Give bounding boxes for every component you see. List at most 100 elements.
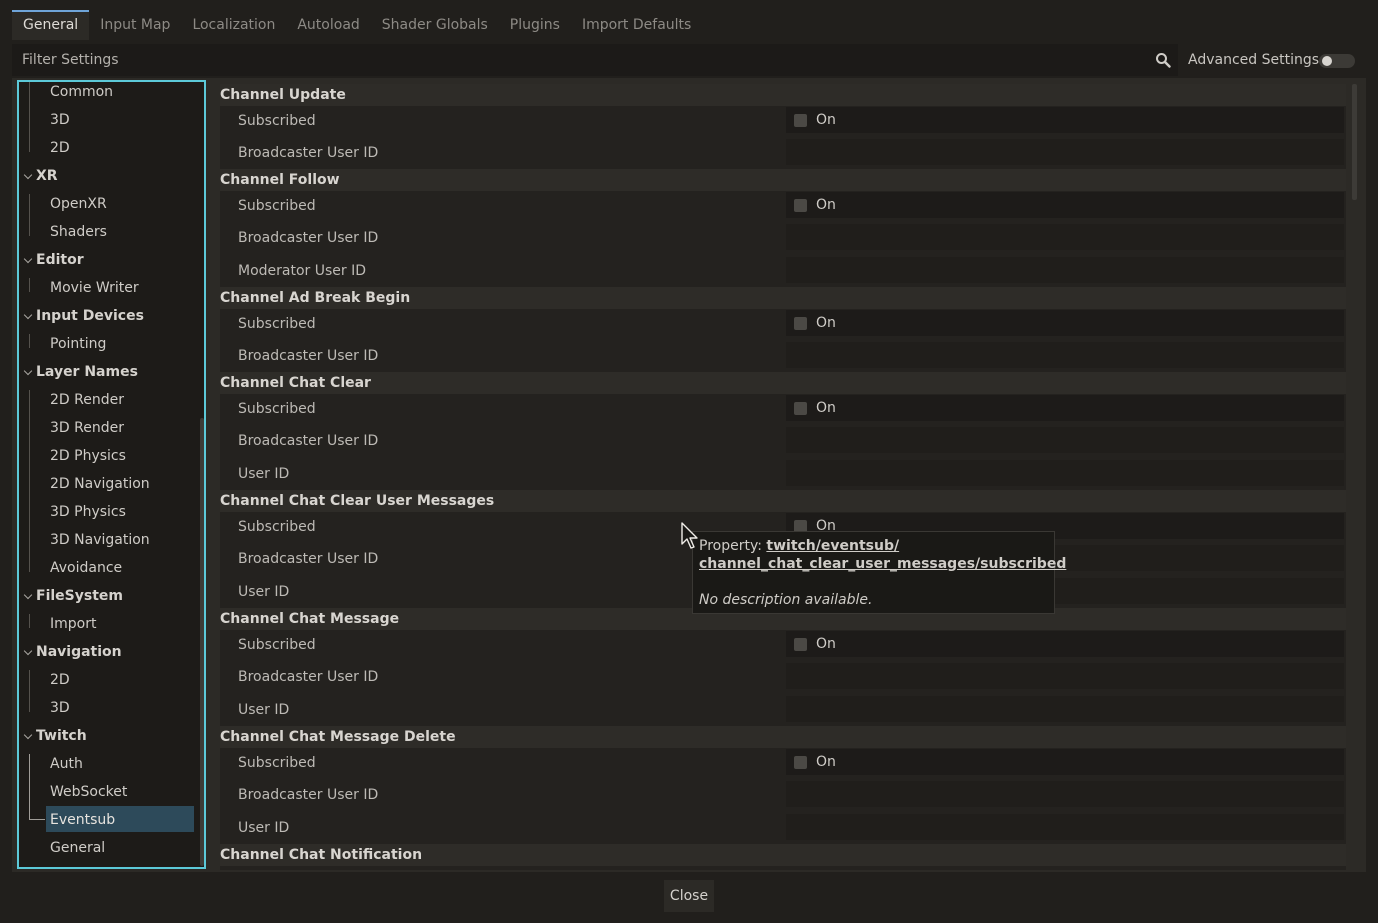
tab-autoload[interactable]: Autoload <box>286 10 370 40</box>
tree-scrollbar[interactable] <box>200 418 204 866</box>
tree-item-websocket[interactable]: WebSocket <box>50 778 127 806</box>
moderator-user-id-field[interactable] <box>786 257 1344 283</box>
section-header[interactable]: Channel Chat Clear <box>220 372 1346 394</box>
tree-guide-line <box>29 334 30 348</box>
tree-item-import[interactable]: Import <box>50 610 96 638</box>
tab-shader-globals[interactable]: Shader Globals <box>371 10 499 40</box>
tree-item-shaders[interactable]: Shaders <box>50 218 107 246</box>
search-icon[interactable] <box>1155 52 1171 68</box>
property-label: Moderator User ID <box>238 263 367 279</box>
chevron-down-icon[interactable] <box>24 582 34 610</box>
property-row: User ID <box>220 812 1346 844</box>
checkbox-label: On <box>816 315 836 331</box>
tree-guide-line <box>29 278 30 292</box>
tree-item-openxr[interactable]: OpenXR <box>50 190 107 218</box>
section-header[interactable]: Channel Chat Message Delete <box>220 726 1346 748</box>
broadcaster-user-id-field[interactable] <box>786 139 1344 165</box>
tree-item-navigation-3d[interactable]: 3D <box>50 694 70 722</box>
property-label: Subscribed <box>238 316 316 332</box>
advanced-settings-toggle[interactable] <box>1319 54 1355 68</box>
tree-item-eventsub[interactable]: Eventsub <box>50 806 115 834</box>
checkbox-label: On <box>816 112 836 128</box>
section-header[interactable]: Channel Follow <box>220 169 1346 191</box>
broadcaster-user-id-field[interactable] <box>786 663 1344 689</box>
subscribed-checkbox[interactable]: On <box>786 310 1344 336</box>
tree-guide-line <box>29 390 30 572</box>
tree-item-avoidance[interactable]: Avoidance <box>50 554 122 582</box>
tab-plugins[interactable]: Plugins <box>499 10 571 40</box>
tab-general[interactable]: General <box>12 10 90 40</box>
tree-category-layer-names[interactable]: Layer Names <box>36 358 138 386</box>
property-label: Subscribed <box>238 755 316 771</box>
subscribed-checkbox[interactable]: On <box>786 749 1344 775</box>
broadcaster-user-id-field[interactable] <box>786 781 1344 807</box>
tree-category-xr[interactable]: XR <box>36 162 58 190</box>
property-row: Subscribed On <box>220 393 1346 425</box>
tree-category-twitch[interactable]: Twitch <box>36 722 87 750</box>
property-label: Broadcaster User ID <box>238 230 379 246</box>
user-id-field[interactable] <box>786 814 1344 840</box>
tree-item-2d-physics[interactable]: 2D Physics <box>50 442 126 470</box>
checkbox-icon <box>794 756 807 769</box>
tree-item-3d[interactable]: 3D <box>50 106 70 134</box>
checkbox-label: On <box>816 636 836 652</box>
filter-settings-input[interactable] <box>12 44 1178 76</box>
checkbox-label: On <box>816 400 836 416</box>
property-label: User ID <box>238 584 290 600</box>
tree-item-2d[interactable]: 2D <box>50 134 70 162</box>
tree-category-navigation[interactable]: Navigation <box>36 638 122 666</box>
property-label: Broadcaster User ID <box>238 669 379 685</box>
tree-category-input-devices[interactable]: Input Devices <box>36 302 144 330</box>
property-row: Subscribed On <box>220 190 1346 222</box>
close-button[interactable]: Close <box>664 880 714 912</box>
user-id-field[interactable] <box>786 460 1344 486</box>
property-row: Broadcaster User ID <box>220 340 1346 372</box>
broadcaster-user-id-field[interactable] <box>786 342 1344 368</box>
property-label: User ID <box>238 820 290 836</box>
broadcaster-user-id-field[interactable] <box>786 427 1344 453</box>
chevron-down-icon[interactable] <box>24 722 34 750</box>
user-id-field[interactable] <box>786 696 1344 722</box>
section-header[interactable]: Channel Chat Clear User Messages <box>220 490 1346 512</box>
tree-item-3d-render[interactable]: 3D Render <box>50 414 124 442</box>
tree-item-3d-physics[interactable]: 3D Physics <box>50 498 126 526</box>
tab-input-map[interactable]: Input Map <box>89 10 181 40</box>
tree-category-filesystem[interactable]: FileSystem <box>36 582 123 610</box>
tab-import-defaults[interactable]: Import Defaults <box>571 10 702 40</box>
tree-item-auth[interactable]: Auth <box>50 750 83 778</box>
advanced-settings-label: Advanced Settings <box>1188 52 1320 68</box>
tree-item-common[interactable]: Common <box>50 82 113 106</box>
tree-item-pointing[interactable]: Pointing <box>50 330 106 358</box>
filter-row: Advanced Settings <box>12 44 1366 76</box>
settings-panel: Common 3D 2D XR OpenXR Shaders Editor Mo… <box>12 78 1366 872</box>
tree-item-movie-writer[interactable]: Movie Writer <box>50 274 139 302</box>
tree-item-3d-navigation[interactable]: 3D Navigation <box>50 526 150 554</box>
tab-localization[interactable]: Localization <box>181 10 286 40</box>
property-row: Subscribed On <box>220 629 1346 661</box>
chevron-down-icon[interactable] <box>24 246 34 274</box>
property-label: Subscribed <box>238 401 316 417</box>
tree-guide-line <box>29 82 30 152</box>
property-row: Moderator User ID <box>220 255 1346 287</box>
tree-item-general[interactable]: General <box>50 834 105 862</box>
chevron-down-icon[interactable] <box>24 638 34 666</box>
chevron-down-icon[interactable] <box>24 302 34 330</box>
section-header[interactable]: Channel Update <box>220 84 1346 106</box>
subscribed-checkbox[interactable]: On <box>786 192 1344 218</box>
broadcaster-user-id-field[interactable] <box>786 224 1344 250</box>
tree-item-navigation-2d[interactable]: 2D <box>50 666 70 694</box>
tree-category-editor[interactable]: Editor <box>36 246 84 274</box>
tree-item-2d-navigation[interactable]: 2D Navigation <box>50 470 150 498</box>
subscribed-checkbox[interactable]: On <box>786 107 1344 133</box>
chevron-down-icon[interactable] <box>24 162 34 190</box>
tree-item-2d-render[interactable]: 2D Render <box>50 386 124 414</box>
section-header[interactable]: Channel Ad Break Begin <box>220 287 1346 309</box>
tree-connector <box>29 819 45 820</box>
section-header[interactable]: Channel Chat Notification <box>220 844 1346 866</box>
section-title: Channel Chat Message <box>220 611 400 627</box>
subscribed-checkbox[interactable]: On <box>786 631 1344 657</box>
chevron-down-icon[interactable] <box>24 358 34 386</box>
property-row: Subscribed On <box>220 105 1346 137</box>
inspector-scrollbar[interactable] <box>1352 84 1357 200</box>
subscribed-checkbox[interactable]: On <box>786 395 1344 421</box>
